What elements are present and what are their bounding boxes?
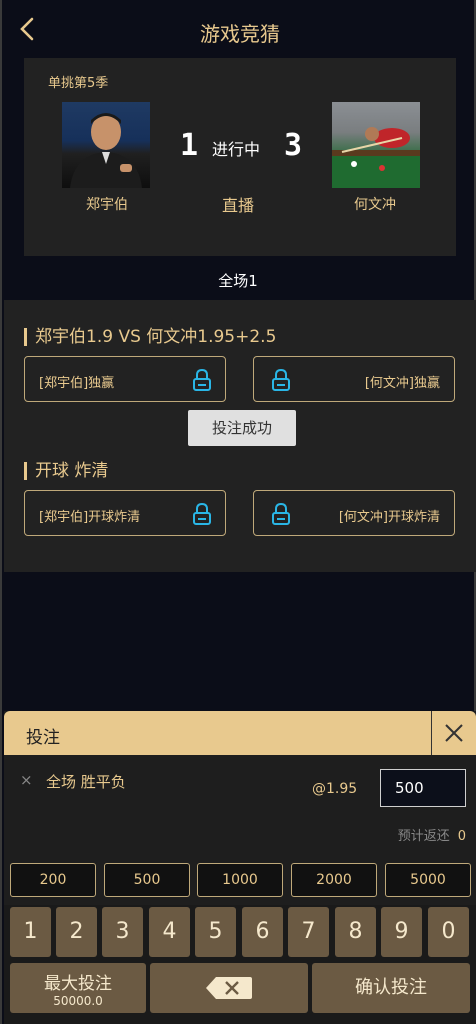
- option-player1-win[interactable]: [郑宇伯]独赢: [24, 356, 226, 402]
- chip-button[interactable]: 2000: [291, 863, 377, 897]
- live-button[interactable]: 直播: [222, 192, 254, 216]
- key-6[interactable]: 6: [242, 907, 283, 957]
- key-3[interactable]: 3: [102, 907, 143, 957]
- max-bet-button[interactable]: 最大投注 50000.0: [10, 963, 146, 1013]
- top-bar: 游戏竞猜: [2, 0, 476, 58]
- bet-panel-title: 投注: [26, 728, 60, 748]
- app-frame: 游戏竞猜 单挑第5季 1 进行中 3 郑宇伯 直播 何文冲 全场1 郑宇伯1.9…: [0, 0, 476, 1024]
- lock-icon: [193, 369, 211, 391]
- option-label: [郑宇伯]开球炸清: [39, 510, 141, 525]
- chip-button[interactable]: 5000: [385, 863, 471, 897]
- player1-name: 郑宇伯: [86, 197, 128, 213]
- key-8[interactable]: 8: [335, 907, 376, 957]
- bet-odds: @1.95: [312, 781, 358, 797]
- max-bet-label: 最大投注: [44, 974, 112, 994]
- backspace-button[interactable]: [150, 963, 308, 1013]
- option-player1-break-clear[interactable]: [郑宇伯]开球炸清: [24, 490, 226, 536]
- chip-button[interactable]: 500: [104, 863, 190, 897]
- lock-icon: [193, 503, 211, 525]
- market-title: 开球 炸清: [24, 462, 108, 480]
- chip-row: 200 500 1000 2000 5000: [4, 859, 476, 907]
- bet-amount-input[interactable]: 500: [380, 769, 466, 807]
- match-card: 单挑第5季 1 进行中 3 郑宇伯 直播 何文冲: [24, 58, 456, 256]
- key-0[interactable]: 0: [428, 907, 469, 957]
- player1-avatar: [62, 102, 150, 188]
- option-player2-win[interactable]: [何文冲]独赢: [253, 356, 455, 402]
- period-label: 全场1: [218, 272, 258, 290]
- player2-name: 何文冲: [354, 197, 396, 213]
- toast-message: 投注成功: [188, 410, 296, 446]
- match-status: 进行中: [212, 140, 261, 159]
- confirm-bet-button[interactable]: 确认投注: [312, 963, 470, 1013]
- bet-name: 全场 胜平负: [46, 773, 126, 791]
- chip-button[interactable]: 200: [10, 863, 96, 897]
- option-label: [郑宇伯]独赢: [39, 376, 115, 391]
- backspace-icon: [206, 977, 252, 999]
- return-label: 预计返还: [397, 829, 450, 844]
- return-value: 0: [457, 829, 466, 844]
- bet-panel: 投注 × 全场 胜平负 @1.95 500 预计返还 0 200 500 1000…: [4, 711, 476, 1024]
- key-4[interactable]: 4: [149, 907, 190, 957]
- markets-section: 郑宇伯1.9 VS 何文冲1.95+2.5 [郑宇伯]独赢 [何文冲]独赢 投注…: [4, 300, 476, 572]
- bet-panel-header: 投注: [4, 711, 476, 755]
- bet-slip-row: × 全场 胜平负 @1.95 500 预计返还 0: [4, 755, 476, 859]
- remove-bet-icon[interactable]: ×: [20, 771, 33, 789]
- page-title: 游戏竞猜: [200, 22, 280, 46]
- lock-icon: [272, 503, 290, 525]
- player2-score: 3: [284, 128, 303, 163]
- option-label: [何文冲]独赢: [364, 376, 440, 391]
- key-7[interactable]: 7: [288, 907, 329, 957]
- player2-avatar: [332, 102, 420, 188]
- key-1[interactable]: 1: [10, 907, 51, 957]
- close-button[interactable]: [431, 711, 476, 755]
- max-bet-value: 50000.0: [53, 994, 103, 1008]
- chip-button[interactable]: 1000: [197, 863, 283, 897]
- option-label: [何文冲]开球炸清: [338, 510, 440, 525]
- season-label: 单挑第5季: [48, 76, 109, 91]
- keypad: 1 2 3 4 5 6 7 8 9 0 最大投注 50000.0 确认投注: [4, 905, 476, 1024]
- close-icon: [445, 724, 463, 742]
- market-title: 郑宇伯1.9 VS 何文冲1.95+2.5: [24, 328, 276, 346]
- option-player2-break-clear[interactable]: [何文冲]开球炸清: [253, 490, 455, 536]
- key-2[interactable]: 2: [56, 907, 97, 957]
- expected-return: 预计返还 0: [398, 825, 466, 844]
- key-5[interactable]: 5: [195, 907, 236, 957]
- key-9[interactable]: 9: [381, 907, 422, 957]
- lock-icon: [272, 369, 290, 391]
- player1-score: 1: [180, 128, 199, 163]
